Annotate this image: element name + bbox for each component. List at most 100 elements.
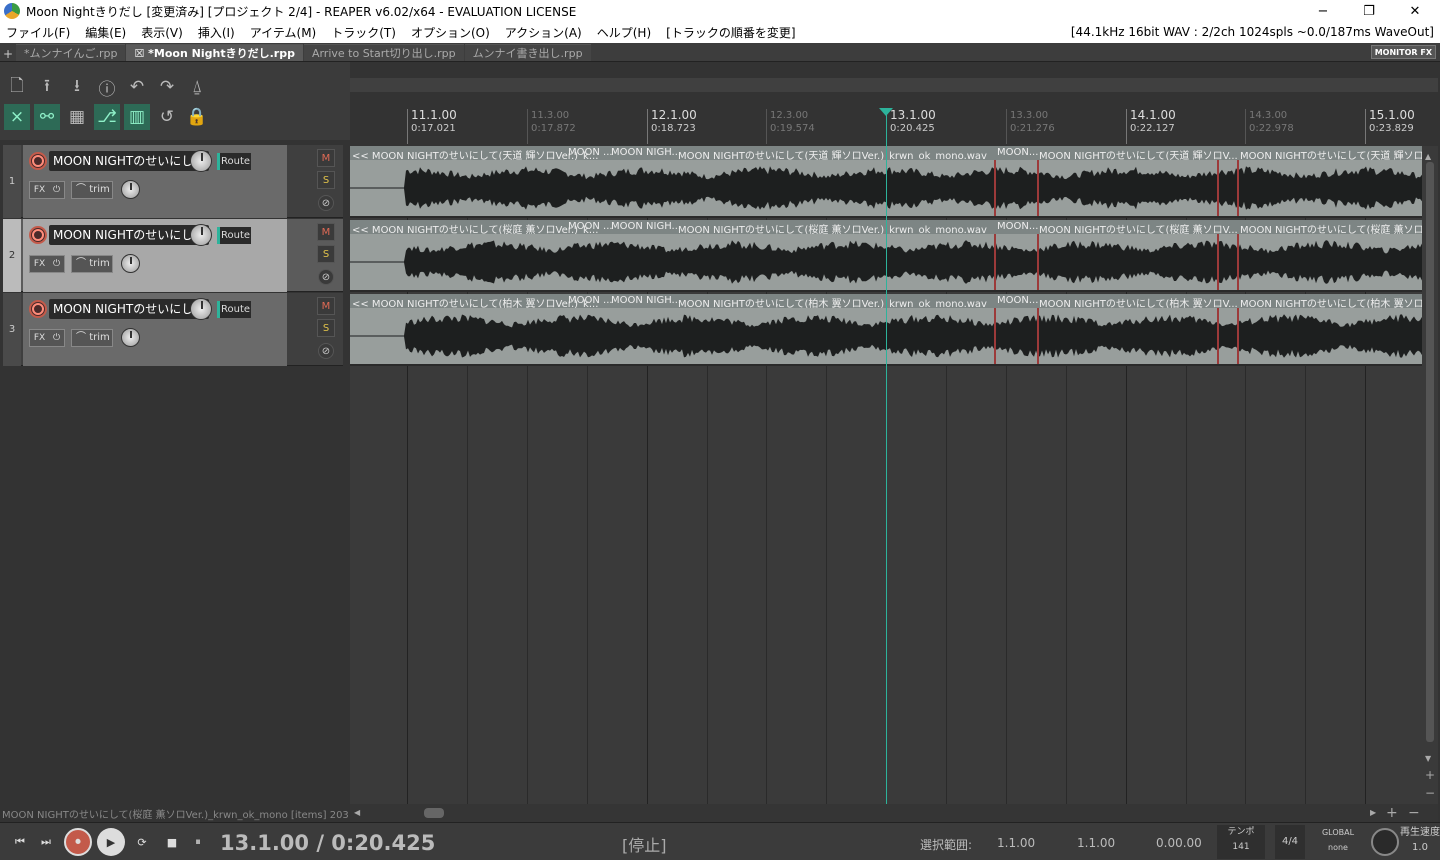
project-tab[interactable]: *ムンナイんご.rpp xyxy=(16,44,126,61)
menu-item[interactable]: アイテム(M) xyxy=(250,24,317,41)
pan-knob[interactable] xyxy=(121,328,140,347)
solo-button[interactable]: S xyxy=(317,245,335,263)
item-edge-marker[interactable] xyxy=(1217,234,1219,290)
loop-icon[interactable]: ↺ xyxy=(154,104,180,130)
menu-insert[interactable]: 挿入(I) xyxy=(198,24,235,41)
tempo-display[interactable]: テンポ 141 xyxy=(1217,825,1265,859)
lock-icon[interactable]: 🔒 xyxy=(184,104,210,130)
info-icon[interactable]: ⓘ xyxy=(94,74,120,100)
item-edge-marker[interactable] xyxy=(1237,308,1239,364)
menu-actions[interactable]: アクション(A) xyxy=(505,24,582,41)
open-project-icon[interactable]: ⭳ xyxy=(64,74,90,100)
zoom-out-vertical-icon[interactable]: − xyxy=(1425,786,1435,800)
media-item-label[interactable]: MOON NIGH... xyxy=(611,221,681,232)
media-item-label[interactable]: MOON NIGHTのせいにして(天道 輝ソロV... xyxy=(1039,147,1238,160)
solo-button[interactable]: S xyxy=(317,171,335,189)
item-edge-marker[interactable] xyxy=(1237,160,1239,216)
selection-start[interactable]: 1.1.00 xyxy=(997,836,1035,850)
selection-end[interactable]: 1.1.00 xyxy=(1077,836,1115,850)
volume-knob[interactable] xyxy=(190,298,212,320)
media-item-label[interactable]: MOON... xyxy=(997,221,1038,232)
close-button[interactable]: ✕ xyxy=(1392,0,1438,22)
scroll-down-icon[interactable]: ▼ xyxy=(1425,754,1431,763)
media-item-label[interactable]: MOON NIGHTのせいにして(天道 輝ソロVer.) xyxy=(1240,147,1422,160)
menu-view[interactable]: 表示(V) xyxy=(141,24,183,41)
grid-icon[interactable]: ▦ xyxy=(64,104,90,130)
zoom-in-vertical-icon[interactable]: + xyxy=(1425,768,1435,782)
phase-invert-button[interactable]: ⊘ xyxy=(318,343,334,359)
media-item-label[interactable]: MOON ... xyxy=(568,295,613,306)
item-edge-marker[interactable] xyxy=(1217,308,1219,364)
record-arm-button[interactable] xyxy=(29,300,47,318)
volume-knob[interactable] xyxy=(190,150,212,172)
trim-automation-button[interactable]: ⌒ trim xyxy=(71,255,113,273)
undo-icon[interactable]: ↶ xyxy=(124,74,150,100)
trim-automation-button[interactable]: ⌒ trim xyxy=(71,329,113,347)
media-item-label[interactable]: MOON ... xyxy=(568,147,613,158)
ruler-region-lane[interactable] xyxy=(350,78,1438,92)
media-item-label[interactable]: MOON NIGH... xyxy=(611,295,681,306)
menu-track[interactable]: トラック(T) xyxy=(331,24,396,41)
track-name[interactable]: MOON NIGHTのせいにして(桜庭 薫ソロVer.) xyxy=(49,225,209,245)
minimize-button[interactable]: − xyxy=(1300,0,1346,22)
time-signature[interactable]: 4/4 xyxy=(1275,825,1305,859)
solo-button[interactable]: S xyxy=(317,319,335,337)
media-item-label[interactable]: << MOON NIGHTのせいにして(天道 輝ソロVer.)_k... xyxy=(352,147,598,160)
project-tab[interactable]: ムンナイ書き出し.rpp xyxy=(464,44,591,61)
link-icon[interactable]: ⚯ xyxy=(34,104,60,130)
fx-button[interactable]: FX ⏻ xyxy=(29,255,65,273)
item-edge-marker[interactable] xyxy=(994,234,996,290)
pan-knob[interactable] xyxy=(121,180,140,199)
go-to-start-icon[interactable]: ⏮ xyxy=(8,830,32,854)
route-button[interactable]: Route xyxy=(217,227,251,244)
zoom-out-horizontal-icon[interactable]: − xyxy=(1408,805,1420,821)
media-item-label[interactable]: MOON NIGHTのせいにして(桜庭 薫ソロVer.)_krwn_ok_mon… xyxy=(678,221,987,234)
item-edge-marker[interactable] xyxy=(1037,234,1039,290)
metronome-icon[interactable]: ⍙ xyxy=(184,74,210,100)
record-arm-button[interactable] xyxy=(29,152,47,170)
stop-icon[interactable]: ■ xyxy=(160,830,184,854)
track-number[interactable]: 1 xyxy=(3,145,21,218)
route-button[interactable]: Route xyxy=(217,301,251,318)
media-item-label[interactable]: << MOON NIGHTのせいにして(柏木 翼ソロVer.)_k... xyxy=(352,295,598,308)
scroll-thumb[interactable] xyxy=(424,808,444,818)
media-item-label[interactable]: MOON ... xyxy=(568,221,613,232)
fx-button[interactable]: FX ⏻ xyxy=(29,181,65,199)
global-automation-override[interactable]: GLOBAL none xyxy=(1313,825,1363,859)
scroll-right-icon[interactable]: ▶ xyxy=(1370,808,1376,817)
fx-bypass-icon[interactable]: ⏻ xyxy=(53,259,60,269)
playrate-knob[interactable] xyxy=(1371,828,1399,856)
project-tab-active[interactable]: ☒ *Moon Nightきりだし.rpp xyxy=(126,44,303,61)
scroll-left-icon[interactable]: ◀ xyxy=(354,808,360,817)
track-name[interactable]: MOON NIGHTのせいにして(柏木 翼ソロVer.) xyxy=(49,299,209,319)
mute-button[interactable]: M xyxy=(317,223,335,241)
menu-help[interactable]: ヘルプ(H) xyxy=(597,24,651,41)
selection-length[interactable]: 0.00.00 xyxy=(1156,836,1202,850)
timeline-ruler[interactable]: 11.1.00 0:17.021 11.3.00 0:17.872 12.1.00 0… xyxy=(350,104,1438,146)
track-grid-icon[interactable]: ▥ xyxy=(124,104,150,130)
vertical-scrollbar[interactable]: ▲ ▼ + − xyxy=(1422,146,1438,804)
item-edge-marker[interactable] xyxy=(1037,160,1039,216)
fx-button[interactable]: FX ⏻ xyxy=(29,329,65,347)
trim-automation-button[interactable]: ⌒ trim xyxy=(71,181,113,199)
snap-icon[interactable]: ⎇ xyxy=(94,104,120,130)
media-item-label[interactable]: MOON NIGH... xyxy=(611,147,681,158)
zoom-in-horizontal-icon[interactable]: + xyxy=(1386,805,1398,821)
maximize-button[interactable]: ❐ xyxy=(1346,0,1392,22)
phase-invert-button[interactable]: ⊘ xyxy=(318,195,334,211)
track-number[interactable]: 3 xyxy=(3,293,21,366)
pan-knob[interactable] xyxy=(121,254,140,273)
route-button[interactable]: Route xyxy=(217,153,251,170)
media-item-label[interactable]: MOON... xyxy=(997,295,1038,306)
playrate-display[interactable]: 再生速度 1.0 xyxy=(1400,825,1440,859)
add-tab-button[interactable]: + xyxy=(0,47,16,61)
track-1-header[interactable]: 1 MOON NIGHTのせいにして(天道 輝ソロVer.) Route FX ⏻… xyxy=(3,145,343,218)
audio-device-info[interactable]: [44.1kHz 16bit WAV : 2/2ch 1024spls ~0.0… xyxy=(1071,25,1434,39)
menu-edit[interactable]: 編集(E) xyxy=(85,24,126,41)
track-2-header[interactable]: 2 MOON NIGHTのせいにして(桜庭 薫ソロVer.) Route FX ⏻… xyxy=(3,219,343,292)
media-item-label[interactable]: MOON NIGHTのせいにして(柏木 翼ソロV... xyxy=(1039,295,1238,308)
menu-file[interactable]: ファイル(F) xyxy=(6,24,70,41)
mute-button[interactable]: M xyxy=(317,149,335,167)
record-icon[interactable]: ⏺ xyxy=(64,828,92,856)
play-icon[interactable]: ▶ xyxy=(97,828,125,856)
